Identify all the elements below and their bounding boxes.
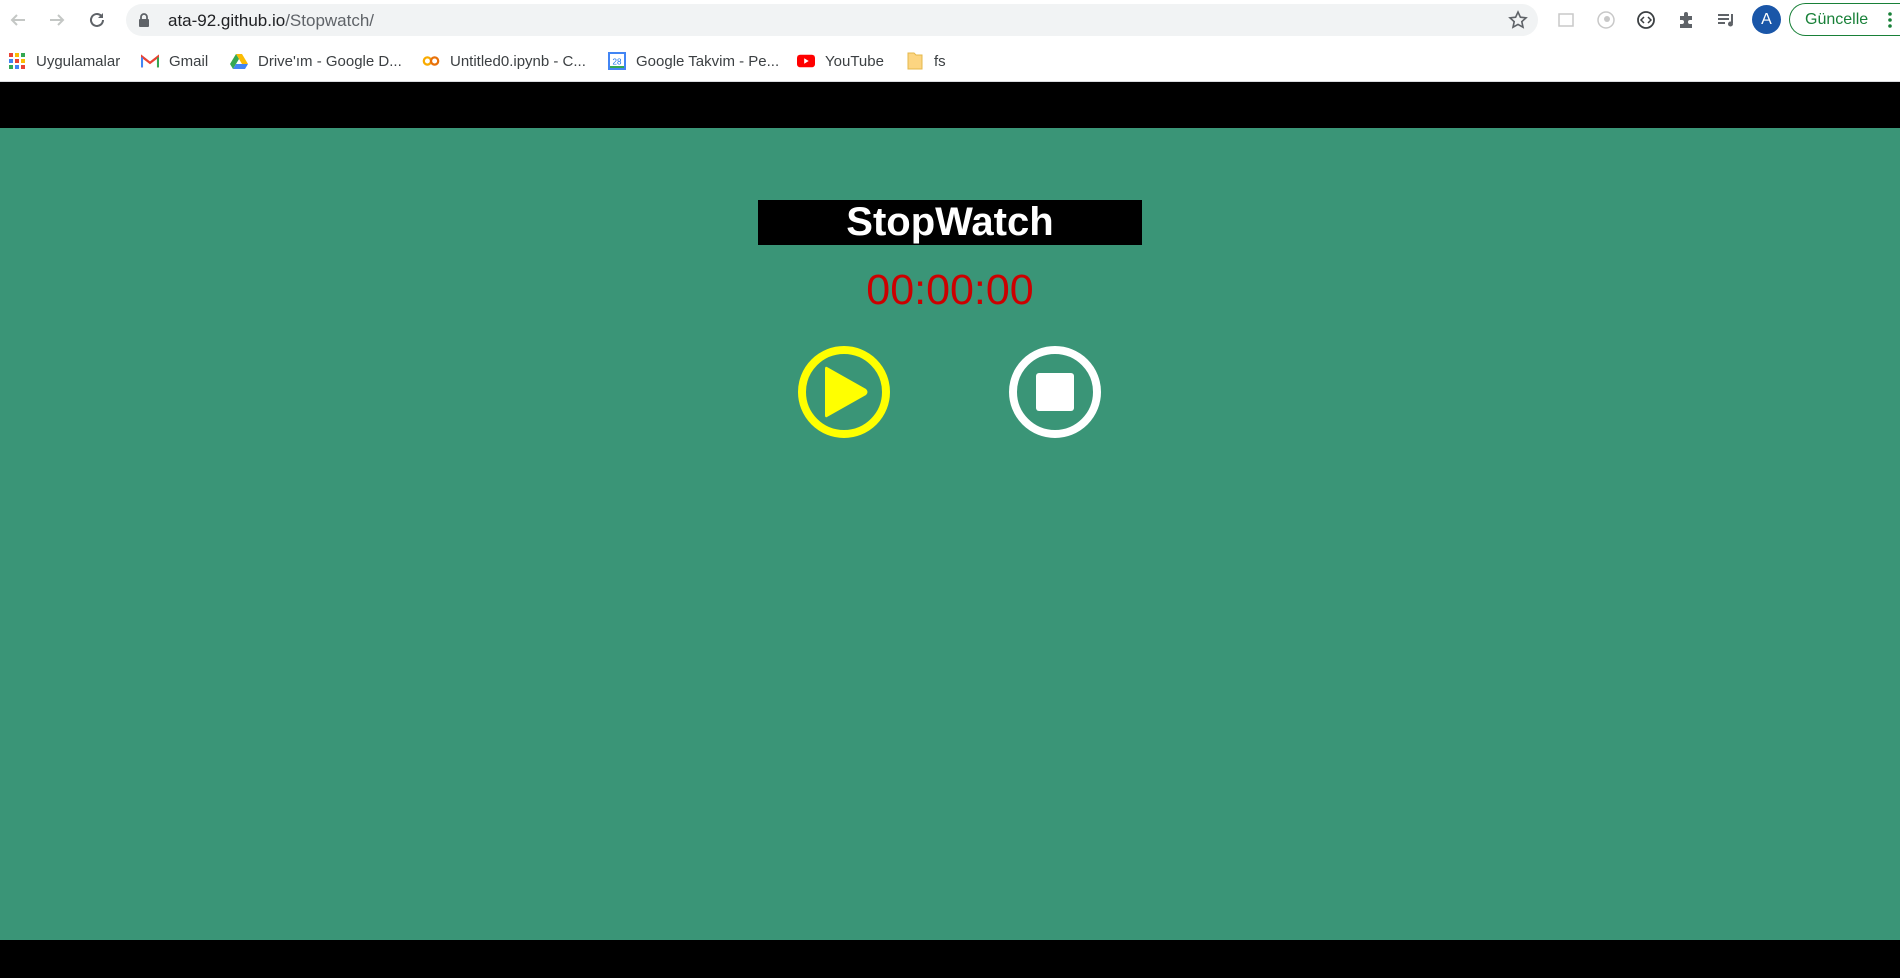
arrow-right-icon: [50, 14, 65, 26]
forward-button[interactable]: [44, 7, 70, 33]
youtube-icon: [797, 52, 815, 70]
extension-code-icon[interactable]: [1633, 7, 1659, 33]
timer-display: 00:00:00: [866, 266, 1034, 314]
stopwatch-title-box: StopWatch: [758, 200, 1142, 245]
bookmark-youtube[interactable]: YouTube: [797, 50, 884, 72]
bookmark-label: fs: [934, 52, 946, 70]
arrow-left-icon: [10, 14, 25, 26]
bookmark-apps[interactable]: Uygulamalar: [8, 50, 120, 72]
update-button[interactable]: Güncelle: [1789, 3, 1900, 36]
url-host: ata-92.github.io: [168, 11, 286, 30]
extension-circle-icon[interactable]: [1593, 7, 1619, 33]
bookmark-fs[interactable]: fs: [906, 50, 946, 72]
bookmark-label: Google Takvim - Pe...: [636, 52, 780, 70]
star-icon[interactable]: [1508, 10, 1528, 30]
lock-icon: [139, 13, 149, 27]
folder-icon: [906, 52, 924, 70]
bookmark-label: Drive'ım - Google D...: [258, 52, 402, 70]
bookmarks-bar: Uygulamalar Gmail Drive'ım - Google D...…: [0, 40, 1900, 82]
more-vert-icon: [1888, 12, 1892, 28]
bookmark-label: Uygulamalar: [36, 52, 121, 70]
profile-avatar[interactable]: A: [1752, 5, 1781, 34]
google-calendar-icon: 28: [608, 52, 626, 70]
back-button[interactable]: [5, 7, 31, 33]
update-label: Güncelle: [1805, 10, 1869, 28]
reload-button[interactable]: [84, 7, 110, 33]
url-path: /Stopwatch/: [285, 11, 375, 30]
play-button[interactable]: [797, 345, 891, 439]
bookmark-colab[interactable]: Untitled0.ipynb - C...: [422, 50, 586, 72]
bookmark-label: Gmail: [169, 52, 209, 70]
google-drive-icon: [230, 52, 248, 70]
calendar-day-text: 28: [613, 58, 622, 67]
stopwatch-title: StopWatch: [846, 200, 1054, 244]
page-footer-bar: [0, 940, 1900, 978]
bookmark-label: Untitled0.ipynb - C...: [450, 52, 586, 70]
bookmark-drive[interactable]: Drive'ım - Google D...: [230, 50, 402, 72]
page-header-bar: [0, 83, 1900, 128]
address-bar[interactable]: ata-92.github.io/Stopwatch/: [126, 4, 1538, 36]
bookmark-calendar[interactable]: 28 Google Takvim - Pe...: [608, 50, 779, 72]
play-icon: [798, 346, 890, 438]
media-control-icon[interactable]: [1713, 7, 1739, 33]
gmail-icon: [141, 52, 159, 70]
extension-screenshot-icon[interactable]: [1553, 7, 1579, 33]
bookmark-gmail[interactable]: Gmail: [141, 50, 208, 72]
reload-icon: [90, 12, 104, 27]
url-text: ata-92.github.io/Stopwatch/: [168, 11, 374, 31]
extensions-puzzle-icon[interactable]: [1673, 7, 1699, 33]
stopwatch-area: [0, 128, 1900, 940]
stop-button[interactable]: [1008, 345, 1102, 439]
browser-toolbar: ata-92.github.io/Stopwatch/ A Güncelle: [0, 0, 1900, 40]
colab-icon: [422, 52, 440, 70]
apps-grid-icon: [8, 52, 26, 70]
bookmark-label: YouTube: [825, 52, 884, 70]
stop-icon: [1009, 346, 1101, 438]
